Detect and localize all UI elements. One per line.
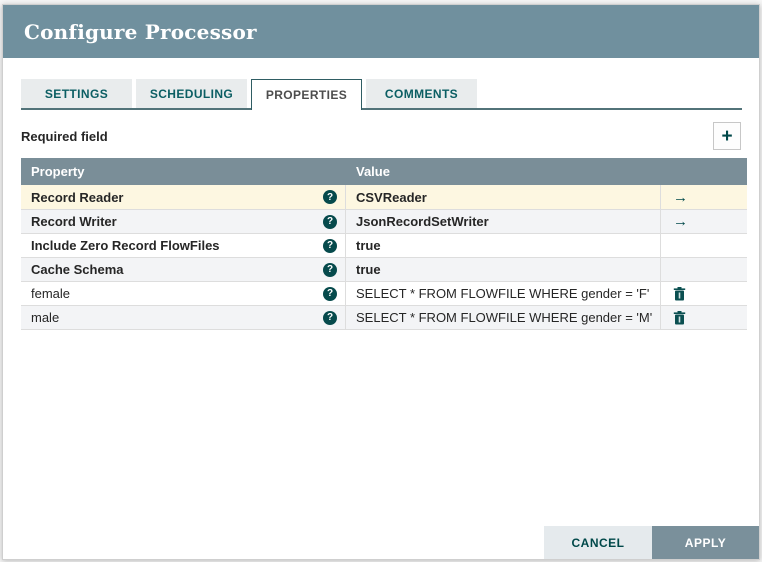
table-row[interactable]: male ? SELECT * FROM FLOWFILE WHERE gend… (21, 305, 747, 329)
delete-icon[interactable] (673, 311, 686, 325)
dialog-title: Configure Processor (24, 20, 257, 44)
tab-underline (21, 108, 742, 110)
tab-scheduling[interactable]: SCHEDULING (136, 79, 247, 108)
property-name: Cache Schema (31, 262, 124, 277)
cancel-button[interactable]: CANCEL (544, 526, 652, 559)
delete-icon[interactable] (673, 287, 686, 301)
properties-toolbar: Required field + (21, 122, 741, 150)
table-row[interactable]: Cache Schema ? true (21, 257, 747, 281)
table-header-row: Property Value (21, 158, 747, 185)
tab-properties[interactable]: PROPERTIES (251, 79, 362, 110)
property-value[interactable]: true (356, 238, 381, 253)
add-property-button[interactable]: + (713, 122, 741, 150)
help-icon[interactable]: ? (323, 215, 337, 229)
required-field-label: Required field (21, 129, 108, 144)
property-value[interactable]: SELECT * FROM FLOWFILE WHERE gender = 'F… (356, 286, 649, 301)
help-icon[interactable]: ? (323, 287, 337, 301)
property-value[interactable]: JsonRecordSetWriter (356, 214, 489, 229)
tab-settings[interactable]: SETTINGS (21, 79, 132, 108)
property-value[interactable]: SELECT * FROM FLOWFILE WHERE gender = 'M… (356, 310, 652, 325)
tab-bar: SETTINGS SCHEDULING PROPERTIES COMMENTS (21, 79, 741, 110)
property-name: Include Zero Record FlowFiles (31, 238, 220, 253)
table-row[interactable]: Record Writer ? JsonRecordSetWriter → (21, 209, 747, 233)
go-to-service-arrow-icon[interactable]: → (673, 190, 688, 205)
go-to-service-arrow-icon[interactable]: → (673, 214, 688, 229)
dialog-footer: CANCEL APPLY (544, 526, 759, 559)
configure-processor-dialog: Configure Processor SETTINGS SCHEDULING … (2, 4, 760, 560)
dialog-header: Configure Processor (3, 5, 759, 58)
property-name: male (31, 310, 59, 325)
property-name: female (31, 286, 70, 301)
property-value[interactable]: true (356, 262, 381, 277)
apply-button[interactable]: APPLY (652, 526, 759, 559)
help-icon[interactable]: ? (323, 239, 337, 253)
table-row[interactable]: female ? SELECT * FROM FLOWFILE WHERE ge… (21, 281, 747, 305)
property-name: Record Writer (31, 214, 117, 229)
help-icon[interactable]: ? (323, 263, 337, 277)
tab-comments[interactable]: COMMENTS (366, 79, 477, 108)
property-value[interactable]: CSVReader (356, 190, 427, 205)
column-header-property: Property (21, 158, 346, 185)
table-row[interactable]: Include Zero Record FlowFiles ? true (21, 233, 747, 257)
column-header-actions (661, 158, 747, 185)
table-row[interactable]: Record Reader ? CSVReader → (21, 185, 747, 209)
help-icon[interactable]: ? (323, 311, 337, 325)
property-name: Record Reader (31, 190, 123, 205)
help-icon[interactable]: ? (323, 190, 337, 204)
column-header-value: Value (346, 158, 661, 185)
properties-table: Property Value Record Reader ? CSVReader… (21, 158, 747, 330)
plus-icon: + (721, 127, 732, 146)
